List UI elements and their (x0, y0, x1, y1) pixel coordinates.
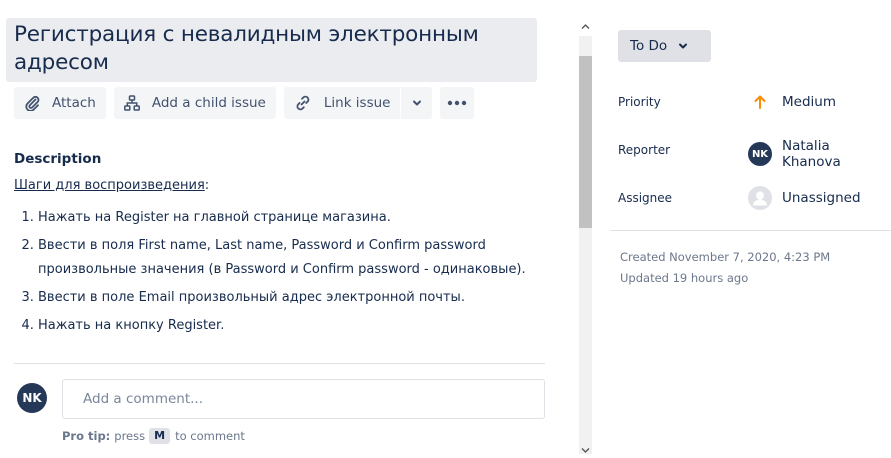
list-item: Нажать на кнопку Register. (38, 314, 538, 338)
avatar: NK (17, 383, 47, 413)
person-icon (748, 186, 772, 210)
pro-tip: Pro tip: press M to comment (62, 428, 245, 444)
assignee-label: Assignee (618, 191, 673, 205)
attach-button[interactable]: Attach (14, 87, 106, 119)
steps-title-text: Шаги для воспроизведения (14, 178, 205, 193)
add-child-issue-label: Add a child issue (151, 95, 266, 111)
paperclip-icon (25, 95, 40, 111)
scrollbar-thumb[interactable] (579, 56, 592, 228)
comment-input[interactable]: Add a comment... (62, 379, 545, 419)
status-button[interactable]: To Do (618, 30, 711, 62)
link-issue-label: Link issue (323, 95, 391, 111)
description-heading: Description (14, 151, 102, 167)
arrow-up-icon (748, 90, 772, 114)
reporter-label: Reporter (618, 143, 671, 157)
steps-title-suffix: : (204, 178, 210, 193)
priority-value: Medium (782, 94, 836, 110)
priority-field[interactable]: Medium (748, 90, 836, 114)
created-date: Created November 7, 2020, 4:23 PM (620, 250, 831, 264)
issue-toolbar: Attach Add a child issue Link issue (14, 87, 482, 119)
chevron-down-icon (679, 43, 688, 49)
assignee-value: Unassigned (782, 190, 861, 206)
list-item: Ввести в поля First name, Last name, Pas… (38, 234, 538, 282)
avatar: NK (748, 142, 772, 166)
reporter-name: Natalia Khanova (782, 138, 841, 170)
add-child-issue-button[interactable]: Add a child issue (113, 87, 276, 119)
divider (610, 230, 891, 231)
list-item: Ввести в поле Email произвольный адрес э… (38, 286, 538, 310)
link-issue-split-button: Link issue (283, 87, 433, 119)
reporter-avatar-wrap: NK (748, 142, 772, 166)
comment-placeholder: Add a comment... (83, 391, 204, 407)
shortcut-key: M (149, 428, 171, 444)
more-dots-icon (448, 100, 467, 106)
link-issue-button[interactable]: Link issue (283, 87, 401, 119)
scroll-up-arrow-icon[interactable] (581, 22, 590, 31)
scrollbar[interactable] (577, 18, 594, 458)
chevron-down-icon (412, 100, 421, 106)
status-label: To Do (630, 38, 668, 54)
pro-tip-press: press (114, 429, 146, 443)
issue-sidebar: To Do Priority Medium Reporter NK Natali… (610, 0, 891, 458)
steps-title: Шаги для воспроизведения: (14, 178, 209, 193)
issue-main-panel: Регистрация с невалидным электронным адр… (0, 0, 560, 458)
reporter-field[interactable]: NK Natalia Khanova (748, 138, 891, 170)
priority-label: Priority (618, 95, 661, 109)
scroll-down-arrow-icon[interactable] (581, 446, 590, 455)
assignee-field[interactable]: Unassigned (748, 186, 861, 210)
updated-date: Updated 19 hours ago (620, 271, 749, 285)
divider (14, 363, 545, 364)
link-icon (296, 95, 310, 111)
attach-label: Attach (52, 95, 96, 111)
steps-list[interactable]: Нажать на Register на главной странице м… (14, 206, 538, 342)
link-issue-dropdown-button[interactable] (400, 87, 433, 119)
more-actions-button[interactable] (440, 87, 475, 119)
issue-title[interactable]: Регистрация с невалидным электронным адр… (6, 18, 537, 82)
list-item: Нажать на Register на главной странице м… (38, 206, 538, 230)
pro-tip-label: Pro tip: (62, 429, 111, 443)
pro-tip-suffix: to comment (175, 429, 245, 443)
hierarchy-icon (123, 95, 140, 111)
